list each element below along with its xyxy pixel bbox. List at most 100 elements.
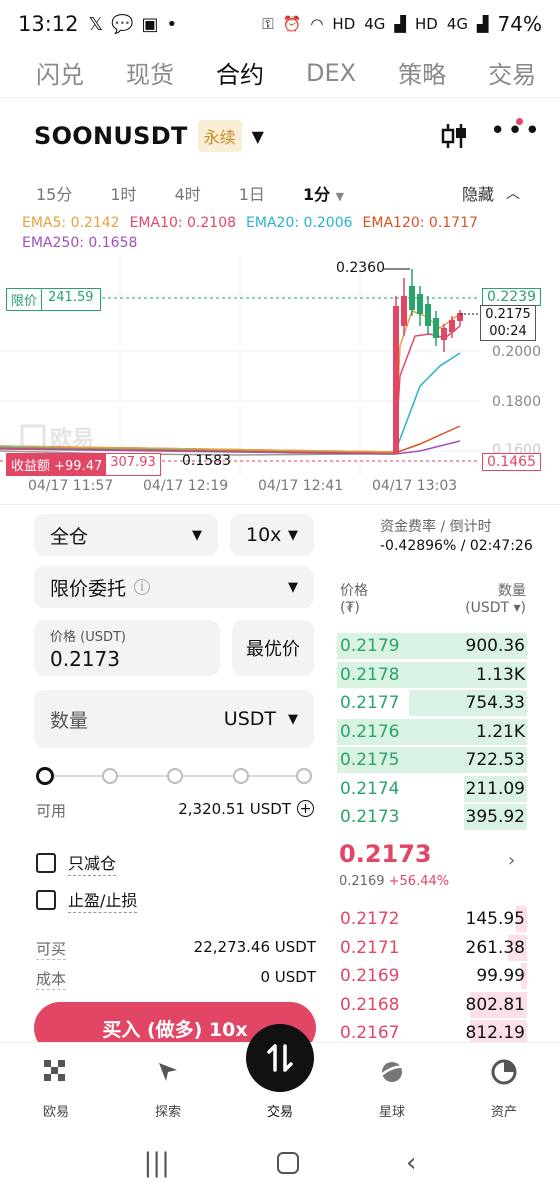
ask-row[interactable]: 0.2178 1.13K	[337, 661, 527, 688]
slider-stop-50[interactable]	[167, 768, 183, 784]
orderbook-qty: 1.13K	[476, 664, 525, 685]
more-icon[interactable]: •••	[490, 118, 542, 144]
orderbook-qty: 812.19	[465, 1023, 525, 1043]
orderbook-price: 0.2171	[340, 937, 400, 958]
nav-trade-label: 交易	[266, 1105, 293, 1120]
margin-mode-select[interactable]: 全仓 ▼	[34, 514, 218, 556]
notification-dot	[516, 118, 523, 125]
trade-toggle-button[interactable]	[246, 1024, 314, 1092]
candlestick-icon[interactable]	[440, 122, 468, 150]
price-input[interactable]: 价格 (USDT) 0.2173	[34, 620, 220, 676]
info-icon[interactable]: i	[134, 579, 151, 595]
checkbox-box[interactable]	[36, 890, 56, 910]
ask-row[interactable]: 0.2177 754.33	[337, 690, 527, 716]
nav-okx[interactable]: 欧易	[6, 1043, 106, 1127]
gallery-icon: ▣	[141, 13, 159, 35]
caret-down-icon[interactable]: ▼	[252, 127, 264, 146]
nav-explore[interactable]: 探索	[118, 1043, 218, 1127]
ask-row[interactable]: 0.2173 395.92	[337, 804, 527, 830]
tab-futures[interactable]: 合约	[216, 55, 264, 90]
hide-chart-button[interactable]: 隐藏	[462, 181, 494, 205]
timeframe-1m[interactable]: 1分 ▼	[303, 181, 344, 205]
tab-trade[interactable]: 交易	[488, 55, 536, 90]
caret-down-icon: ▼	[288, 527, 298, 543]
pie-chart-icon	[491, 1059, 517, 1085]
ema20-label: EMA20: 0.2006	[246, 215, 353, 231]
watermark-logo	[20, 424, 46, 450]
add-funds-icon[interactable]: +	[297, 800, 314, 817]
caret-down-icon[interactable]: ▼	[288, 712, 298, 727]
pair-header: SOONUSDT 永续 ▼ •••	[0, 108, 560, 164]
y-tick-label: 0.1800	[492, 394, 541, 410]
mark-price: 0.2169	[339, 874, 385, 889]
can-buy-label: 可买	[36, 940, 67, 960]
limit-tag[interactable]: 限价 241.59	[6, 288, 101, 311]
price-input-value[interactable]: 0.2173	[50, 647, 204, 671]
bid-row[interactable]: 0.2171 261.38	[337, 934, 527, 961]
orderbook-price: 0.2174	[340, 778, 400, 799]
orderbook-price: 0.2178	[340, 664, 400, 685]
home-icon[interactable]	[276, 1152, 299, 1174]
nav-planet[interactable]: 星球	[342, 1043, 442, 1127]
orderbook-qty: 99.99	[476, 966, 525, 986]
quantity-input[interactable]: 数量 USDT ▼	[34, 690, 314, 748]
orderbook-price: 0.2179	[340, 636, 400, 656]
orderbook-price-unit: (₮)	[340, 600, 360, 616]
slider-stop-75[interactable]	[233, 768, 249, 784]
high-label: 0.2360	[336, 260, 385, 276]
checkbox-box[interactable]	[36, 853, 56, 873]
orderbook-qty: 395.92	[465, 807, 525, 827]
last-price[interactable]: 0.2173	[339, 840, 432, 868]
timeframe-4h[interactable]: 4时	[175, 181, 201, 205]
y-tick-label: 0.2239	[482, 288, 541, 306]
network-label: HD	[414, 15, 438, 33]
bid-row[interactable]: 0.2172 145.95	[337, 906, 527, 932]
wifi-icon: ◠	[310, 15, 324, 33]
order-type-select[interactable]: 限价委托 i ▼	[34, 566, 314, 608]
tp-sl-checkbox[interactable]: 止盈/止损	[36, 887, 138, 913]
signal-icon: ▟	[394, 15, 406, 33]
orderbook-qty-unit[interactable]: (USDT ▾)	[465, 600, 526, 616]
bid-row[interactable]: 0.2169 99.99	[337, 963, 527, 989]
ask-row[interactable]: 0.2176 1.21K	[337, 718, 527, 745]
orderbook-price: 0.2173	[340, 807, 400, 827]
tab-dex[interactable]: DEX	[306, 59, 356, 87]
tab-strategy[interactable]: 策略	[398, 55, 446, 90]
pair-symbol[interactable]: SOONUSDT	[34, 122, 188, 150]
quantity-unit[interactable]: USDT	[224, 708, 276, 730]
slider-stop-25[interactable]	[102, 768, 118, 784]
slider-handle[interactable]	[36, 767, 54, 785]
ask-row[interactable]: 0.2179 900.36	[337, 633, 527, 659]
slider-stop-100[interactable]	[296, 768, 312, 784]
can-buy-value: 22,273.46 USDT	[193, 938, 316, 956]
divider	[0, 504, 560, 505]
tab-spot[interactable]: 现货	[126, 55, 174, 90]
quantity-slider[interactable]	[36, 767, 312, 785]
best-price-button[interactable]: 最优价	[232, 620, 314, 676]
orderbook-qty-header: 数量	[498, 583, 526, 599]
ask-row[interactable]: 0.2174 211.09	[337, 775, 527, 802]
timeframe-1h[interactable]: 1时	[110, 181, 136, 205]
okx-logo-icon	[44, 1060, 65, 1081]
perpetual-badge: 永续	[197, 120, 242, 152]
chevron-up-icon[interactable]: ︿	[506, 183, 520, 203]
timeframe-1d[interactable]: 1日	[239, 181, 265, 205]
can-buy-row: 可买 22,273.46 USDT	[36, 938, 316, 960]
notification-icons: 𝕏 💬 ▣ •	[89, 14, 178, 35]
recent-apps-icon[interactable]: |||	[144, 1148, 170, 1178]
leverage-select[interactable]: 10x ▼	[230, 514, 314, 556]
price-change: +56.44%	[388, 874, 450, 889]
chevron-right-icon[interactable]: ›	[508, 850, 515, 871]
back-icon[interactable]: ‹	[406, 1148, 416, 1178]
timeframe-1m-label: 1分	[302, 185, 331, 204]
price-chart[interactable]: 欧易 0.2360 限价 241.59 0.2239 0.2175 00:24 …	[0, 256, 560, 506]
ask-row[interactable]: 0.2175 722.53	[337, 747, 527, 773]
timeframe-15m[interactable]: 15分	[36, 181, 72, 205]
nav-assets[interactable]: 资产	[454, 1043, 554, 1127]
pnl-tag[interactable]: 收益额 +99.47 307.93	[6, 453, 161, 476]
bid-row[interactable]: 0.2168 802.81	[337, 991, 527, 1018]
tab-swap[interactable]: 闪兑	[36, 55, 84, 90]
nav-planet-label: 星球	[378, 1105, 405, 1120]
reduce-only-checkbox[interactable]: 只减仓	[36, 850, 117, 876]
ema250-label: EMA250: 0.1658	[22, 235, 138, 251]
